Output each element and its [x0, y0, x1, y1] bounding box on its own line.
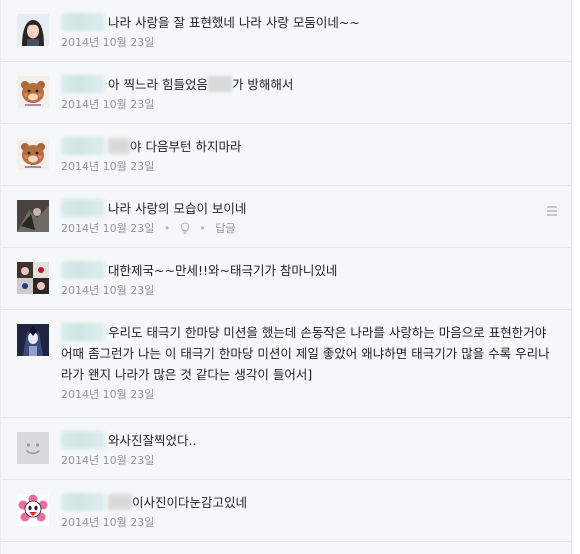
comment-item: 대한제국~~만세!!와~태극기가 참마니있네 2014년 10월 23일 [1, 248, 571, 310]
comment-date: 2014년 10월 23일 [61, 516, 155, 529]
author-name[interactable] [61, 137, 105, 155]
comment-text: 나라 사랑의 모습이 보이네 [108, 201, 247, 216]
comment-list: 나라 사랑을 잘 표현했네 나라 사랑 모둠이네~~ 2014년 10월 23일… [0, 0, 572, 554]
comment-item: 우리도 태극기 한마당 미션을 했는데 손동작은 나라를 사랑하는 마음으로 표… [1, 310, 571, 418]
comment-date: 2014년 10월 23일 [61, 98, 155, 111]
separator-dot: • [163, 222, 171, 235]
comment-item: 이사진이다눈감고있네 2014년 10월 23일 [1, 480, 571, 542]
flower-character-avatar[interactable] [17, 494, 49, 526]
comment-item: 와사진잘찍었다.. 2014년 10월 23일 [1, 418, 571, 480]
comment-item: 나라 사랑의 모습이 보이네 2014년 10월 23일 • • 답글 [1, 186, 571, 248]
lightbulb-icon[interactable] [180, 222, 194, 235]
comment-text-part2: 가 방해해서 [231, 77, 294, 92]
author-name[interactable] [61, 431, 105, 449]
comment-item: 야 다음부턴 하지마라 2014년 10월 23일 [1, 124, 571, 186]
comment-text: 와사진잘찍었다.. [108, 433, 197, 448]
comment-text: 우리도 태극기 한마당 미션을 했는데 손동작은 나라를 사랑하는 마음으로 표… [61, 325, 550, 382]
comment-date: 2014년 10월 23일 [61, 388, 155, 401]
photo-avatar[interactable] [17, 200, 49, 232]
comment-date: 2014년 10월 23일 [61, 284, 155, 297]
comment-text: 이사진이다눈감고있네 [132, 495, 248, 510]
comment-item: 나라 사랑을 잘 표현했네 나라 사랑 모둠이네~~ 2014년 10월 23일 [1, 0, 571, 62]
author-name[interactable] [61, 323, 105, 341]
author-name[interactable] [61, 261, 105, 279]
options-menu-icon[interactable] [547, 206, 557, 216]
author-name[interactable] [61, 493, 105, 511]
comment-item: 아 찍느라 힘들었음 가 방해해서 2014년 10월 23일 [1, 62, 571, 124]
comment-date: 2014년 10월 23일 [61, 222, 155, 235]
bear-character-avatar[interactable] [17, 76, 49, 108]
comment-date: 2014년 10월 23일 [61, 160, 155, 173]
reply-link[interactable]: 답글 [215, 222, 235, 235]
comment-date: 2014년 10월 23일 [61, 454, 155, 467]
comment-text-part1: 아 찍느라 힘들었음 [108, 77, 208, 92]
comment-text: 나라 사랑을 잘 표현했네 나라 사랑 모둠이네~~ [108, 15, 360, 30]
girl-photo-avatar[interactable] [17, 14, 49, 46]
separator-dot: • [199, 222, 206, 235]
comment-text: 야 다음부턴 하지마라 [130, 139, 242, 154]
comment-date: 2014년 10월 23일 [61, 36, 155, 49]
author-name[interactable] [61, 199, 105, 217]
default-smiley-avatar[interactable] [17, 432, 49, 464]
mentioned-name[interactable] [108, 138, 130, 154]
anime-avatar[interactable] [17, 324, 49, 356]
mentioned-name[interactable] [207, 76, 232, 92]
mentioned-name[interactable] [108, 494, 132, 510]
author-name[interactable] [61, 13, 105, 31]
bear-character-avatar[interactable] [17, 138, 49, 170]
group-photo-avatar[interactable] [17, 262, 49, 294]
author-name[interactable] [61, 75, 105, 93]
comment-text: 대한제국~~만세!!와~태극기가 참마니있네 [108, 263, 338, 278]
